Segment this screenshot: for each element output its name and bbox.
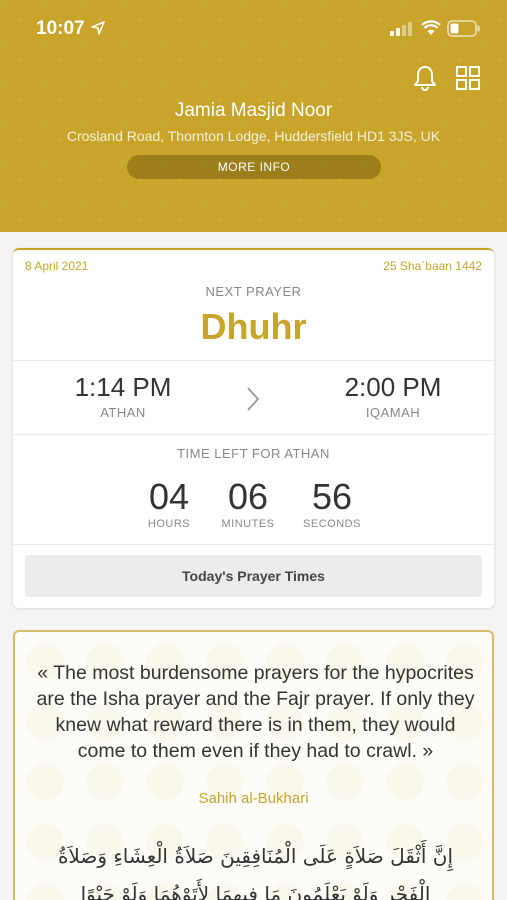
hadith-text: « The most burdensome prayers for the hy… xyxy=(36,662,475,762)
seconds-value: 56 xyxy=(311,476,353,517)
signal-icon xyxy=(390,22,412,36)
athan-time: 1:14 PM xyxy=(74,372,172,402)
hadith-arabic: إِنَّ أَثْقَلَ صَلاَةٍ عَلَى الْمُنَافِق… xyxy=(57,844,454,900)
countdown-minutes: 06 MINUTES xyxy=(203,476,293,530)
countdown-seconds: 56 SECONDS xyxy=(287,476,377,530)
grid-icon[interactable] xyxy=(455,65,481,91)
minutes-value: 06 xyxy=(227,476,269,517)
iqamah-label: IQAMAH xyxy=(365,405,421,420)
mosque-address: Crosland Road, Thornton Lodge, Huddersfi… xyxy=(66,128,441,144)
iqamah-time: 2:00 PM xyxy=(344,372,442,402)
location-arrow-icon xyxy=(91,21,105,35)
hijri-date: 25 Sha`baan 1442 xyxy=(383,259,482,273)
divider xyxy=(13,360,494,361)
gregorian-date: 8 April 2021 xyxy=(25,259,89,273)
hours-value: 04 xyxy=(148,476,190,517)
hadith-card: « The most burdensome prayers for the hy… xyxy=(13,630,494,900)
next-prayer-card: 8 April 2021 25 Sha`baan 1442 NEXT PRAYE… xyxy=(13,248,494,608)
hadith-source: Sahih al-Bukhari xyxy=(198,790,309,807)
wifi-icon xyxy=(421,20,441,35)
countdown-hours: 04 HOURS xyxy=(124,476,214,530)
minutes-label: MINUTES xyxy=(221,518,275,530)
mosque-header: 10:07 Jamia Masjid Noor Crosland Road, T… xyxy=(0,0,507,232)
iqamah-block: 2:00 PM IQAMAH xyxy=(313,372,473,420)
divider xyxy=(13,434,494,435)
status-bar: 10:07 xyxy=(0,0,507,58)
next-prayer-label: NEXT PRAYER xyxy=(205,284,302,299)
time-left-label: TIME LEFT FOR ATHAN xyxy=(177,446,330,461)
header-scallop-edge xyxy=(0,227,507,237)
bell-icon[interactable] xyxy=(411,64,439,92)
todays-prayer-times-button[interactable]: Today's Prayer Times xyxy=(25,555,482,597)
next-prayer-name: Dhuhr xyxy=(200,306,307,347)
mosque-name: Jamia Masjid Noor xyxy=(174,100,333,121)
seconds-label: SECONDS xyxy=(303,518,361,530)
hours-label: HOURS xyxy=(147,518,191,530)
chevron-right-icon xyxy=(247,387,260,411)
battery-icon xyxy=(447,20,480,37)
athan-block: 1:14 PM ATHAN xyxy=(43,372,203,420)
divider xyxy=(13,544,494,545)
athan-label: ATHAN xyxy=(100,405,146,420)
status-time: 10:07 xyxy=(36,18,85,39)
more-info-button[interactable]: MORE INFO xyxy=(127,155,381,179)
